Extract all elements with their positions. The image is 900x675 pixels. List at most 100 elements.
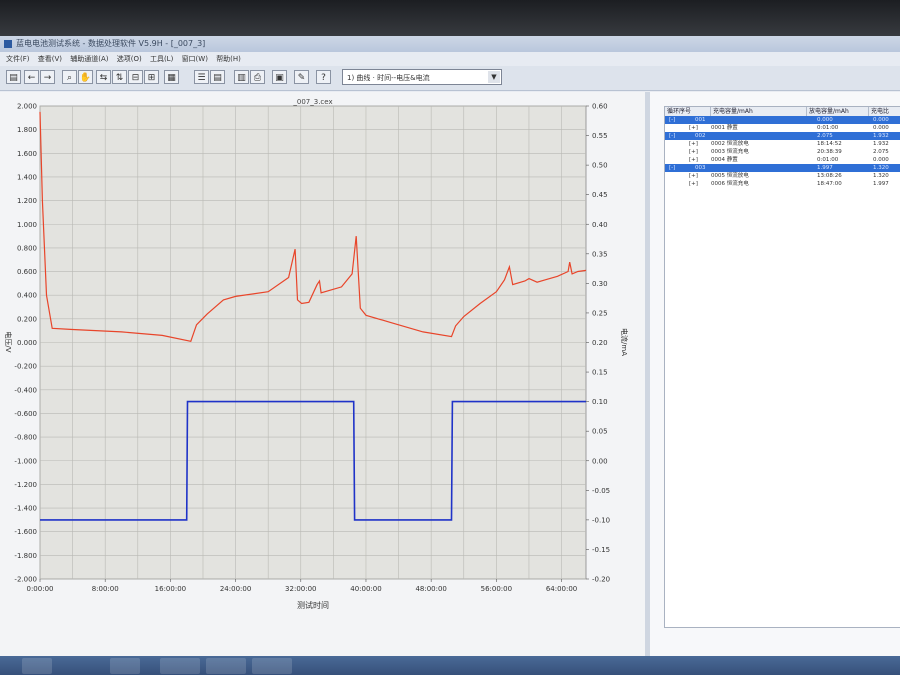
arrow-right-icon[interactable]: → — [40, 70, 55, 84]
y-left-tick-label: -1.400 — [14, 505, 37, 513]
zoom-icon[interactable]: ⌕ — [62, 70, 77, 84]
y-right-tick-label: 0.05 — [592, 428, 608, 436]
list-icon[interactable]: ☰ — [194, 70, 209, 84]
y-right-tick-label: -0.10 — [592, 516, 610, 524]
taskbar-app-data[interactable] — [206, 658, 246, 674]
step-row[interactable]: [+] 0004 静置 0:01:00 0.000 — [665, 156, 900, 164]
y-right-tick-label: 0.25 — [592, 309, 608, 317]
menu-view[interactable]: 查看(V) — [38, 52, 62, 66]
row-value: 2.075 — [873, 149, 889, 155]
expand-toggle[interactable]: [+] — [689, 180, 698, 188]
app-icon — [4, 40, 12, 48]
y-left-tick-label: -2.000 — [14, 576, 37, 584]
help-icon[interactable]: ? — [316, 70, 331, 84]
step-row[interactable]: [+] 0001 静置 0:01:00 0.000 — [665, 124, 900, 132]
row-value: 0.000 — [817, 117, 833, 123]
app-window: 蓝电电池测试系统 - 数据处理软件 V5.9H - [_007_3] 文件(F)… — [0, 36, 900, 675]
layout-icon[interactable]: ⊟ — [128, 70, 143, 84]
grid-icon[interactable]: ▦ — [164, 70, 179, 84]
expand-toggle[interactable]: [+] — [689, 156, 698, 164]
arrow-left-icon[interactable]: ← — [24, 70, 39, 84]
menu-options[interactable]: 选项(O) — [117, 52, 142, 66]
row-label: 0003 恒流充电 — [711, 149, 749, 155]
cycle-group-row[interactable]: [-] 001 0.000 0.000 — [665, 116, 900, 124]
report-icon[interactable]: ▤ — [210, 70, 225, 84]
row-value: 0:01:00 — [817, 125, 839, 131]
menu-tools[interactable]: 工具(L) — [150, 52, 173, 66]
expand-toggle[interactable]: [+] — [689, 140, 698, 148]
x-tick-label: 64:00:00 — [546, 585, 577, 593]
y-right-tick-label: 0.45 — [592, 191, 608, 199]
grid-lines — [39, 105, 586, 580]
menu-aux-channel[interactable]: 辅助通道(A) — [70, 52, 108, 66]
y-left-tick-label: -0.400 — [14, 386, 37, 394]
y-right-tick-label: -0.05 — [592, 487, 610, 495]
row-label: 002 — [695, 133, 706, 139]
expand-toggle[interactable]: [+] — [689, 172, 698, 180]
menu-window[interactable]: 窗口(W) — [182, 52, 208, 66]
chevron-down-icon[interactable]: ▼ — [488, 71, 500, 83]
y-right-tick-label: 0.15 — [592, 369, 608, 377]
open-icon[interactable]: ▤ — [6, 70, 21, 84]
col-charge-ratio[interactable]: 充电比 — [869, 107, 900, 116]
row-value: 20:38:39 — [817, 149, 842, 155]
expand-toggle[interactable]: [-] — [669, 164, 675, 172]
y-left-tick-label: -1.600 — [14, 528, 37, 536]
y-right-axis-label: 电流/mA — [620, 328, 629, 356]
y-left-tick-label: 0.800 — [17, 244, 37, 252]
row-value: 13:08:26 — [817, 173, 842, 179]
col-cycle-number[interactable]: 循环序号 — [665, 107, 711, 116]
taskbar-app-monitor[interactable] — [252, 658, 292, 674]
scale-icon[interactable]: ⇆ — [96, 70, 111, 84]
menu-help[interactable]: 帮助(H) — [216, 52, 241, 66]
row-value: 0.000 — [873, 117, 889, 123]
edit-icon[interactable]: ✎ — [294, 70, 309, 84]
y-left-axis-label: 电压/V — [4, 331, 13, 352]
taskbar-app-tester[interactable] — [160, 658, 200, 674]
row-label: 0001 静置 — [711, 125, 738, 131]
x-tick-label: 0:00:00 — [27, 585, 54, 593]
cycle-group-row[interactable]: [-] 003 1.997 1.320 — [665, 164, 900, 172]
voltage-current-chart: 2.0001.8001.6001.4001.2001.0000.8000.600… — [4, 98, 629, 610]
y-left-tick-label: -0.600 — [14, 410, 37, 418]
expand-toggle[interactable]: [+] — [689, 124, 698, 132]
y-left-tick-label: 0.600 — [17, 268, 37, 276]
expand-toggle[interactable]: [-] — [669, 132, 675, 140]
y-left-tick-label: 1.200 — [17, 197, 37, 205]
taskbar-app-ie[interactable] — [22, 658, 52, 674]
step-row[interactable]: [+] 0003 恒流充电 20:38:39 2.075 — [665, 148, 900, 156]
taskbar — [0, 656, 900, 675]
y-right-tick-label: 0.55 — [592, 132, 608, 140]
scale-vertical-icon[interactable]: ⇅ — [112, 70, 127, 84]
pan-icon[interactable]: ✋ — [78, 70, 93, 84]
row-value: 0:01:00 — [817, 157, 839, 163]
expand-toggle[interactable]: [-] — [669, 116, 675, 124]
x-tick-label: 48:00:00 — [415, 585, 446, 593]
step-row[interactable]: [+] 0002 恒流放电 18:14:52 1.932 — [665, 140, 900, 148]
export-icon[interactable]: ▣ — [272, 70, 287, 84]
col-charge-capacity[interactable]: 充电容量/mAh — [711, 107, 807, 116]
taskbar-app-folder[interactable] — [110, 658, 140, 674]
row-label: 001 — [695, 117, 706, 123]
grid-layout-icon[interactable]: ⊞ — [144, 70, 159, 84]
menu-file[interactable]: 文件(F) — [6, 52, 30, 66]
y-left-tick-label: -0.200 — [14, 363, 37, 371]
row-label: 0004 静置 — [711, 157, 738, 163]
menu-bar: 文件(F) 查看(V) 辅助通道(A) 选项(O) 工具(L) 窗口(W) 帮助… — [0, 52, 900, 66]
view-select[interactable]: 1) 曲线 · 时间--电压&电流 ▼ — [342, 69, 502, 85]
y-left-tick-label: 1.800 — [17, 126, 37, 134]
y-left-tick-label: -0.800 — [14, 434, 37, 442]
expand-toggle[interactable]: [+] — [689, 148, 698, 156]
cycle-group-row[interactable]: [-] 002 2.075 1.932 — [665, 132, 900, 140]
print-icon[interactable]: ⎙ — [250, 70, 265, 84]
row-value: 0.000 — [873, 125, 889, 131]
cycle-table: 循环序号 充电容量/mAh 放电容量/mAh 充电比 [-] 001 0.000 0.… — [664, 106, 900, 628]
row-value: 1.997 — [817, 165, 833, 171]
row-label: 003 — [695, 165, 706, 171]
chart-icon[interactable]: ▥ — [234, 70, 249, 84]
step-row[interactable]: [+] 0006 恒流充电 18:47:00 1.997 — [665, 180, 900, 188]
step-row[interactable]: [+] 0005 恒流放电 13:08:26 1.320 — [665, 172, 900, 180]
x-tick-label: 8:00:00 — [92, 585, 119, 593]
y-right-tick-label: 0.30 — [592, 280, 608, 288]
col-discharge-capacity[interactable]: 放电容量/mAh — [807, 107, 869, 116]
